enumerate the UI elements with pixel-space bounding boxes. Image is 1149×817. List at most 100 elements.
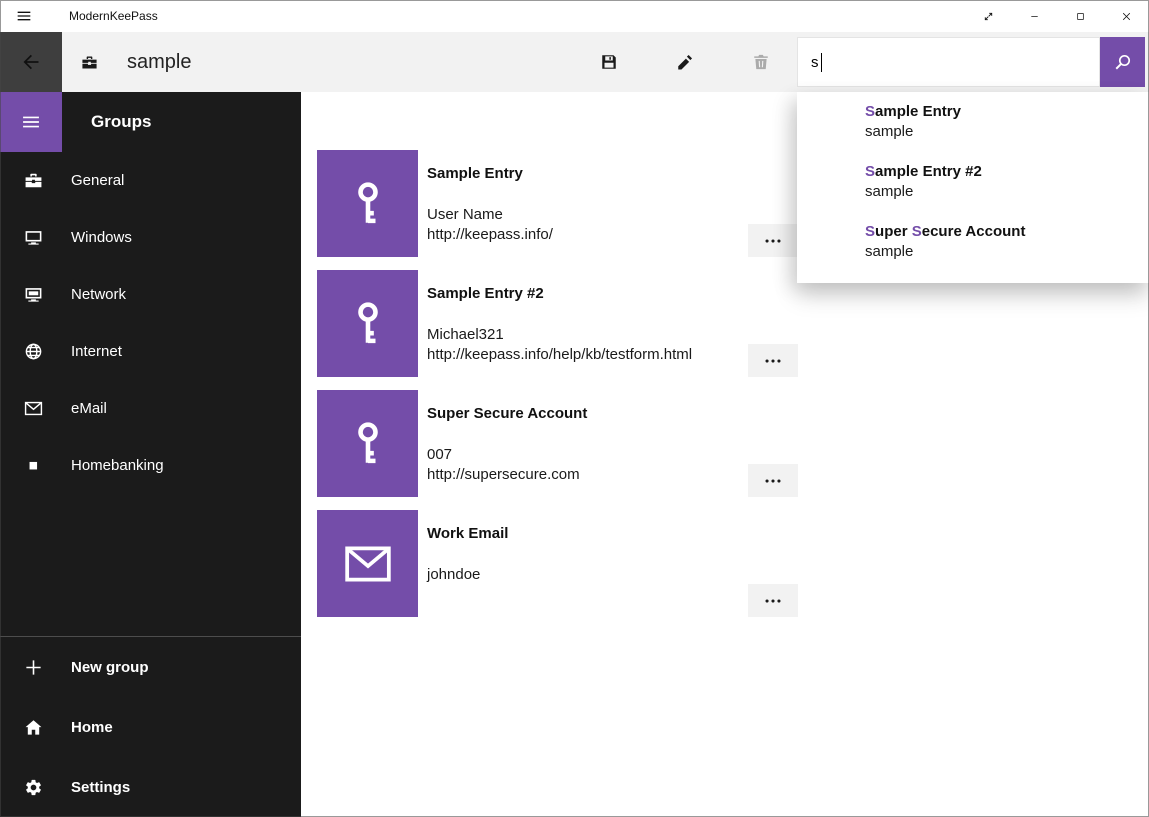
groups-heading: Groups (91, 112, 151, 132)
key-icon (343, 419, 393, 469)
monitor-icon (24, 228, 43, 247)
more-icon (762, 470, 784, 492)
mail-icon (343, 539, 393, 589)
close-icon (1121, 11, 1132, 22)
globe-icon (24, 342, 43, 361)
suggestion-subtitle: sample (865, 242, 1139, 262)
delete-button[interactable] (737, 38, 785, 86)
sidebar-item-email[interactable]: eMail (0, 380, 301, 437)
window-title: ModernKeePass (69, 9, 158, 23)
entry-more-button[interactable] (748, 584, 798, 617)
entry-row[interactable]: Work Email johndoe (317, 510, 1143, 617)
edit-button[interactable] (661, 38, 709, 86)
hamburger-icon (21, 112, 41, 132)
sidebar-item-label: New group (71, 659, 149, 676)
key-icon (343, 299, 393, 349)
entry-more-button[interactable] (748, 344, 798, 377)
sidebar-item-label: Settings (71, 779, 130, 796)
entry-tile (317, 270, 418, 377)
suggestion-item[interactable]: Sample Entry #2 sample (797, 155, 1149, 215)
minimize-icon (1029, 11, 1040, 22)
key-icon (343, 179, 393, 229)
sidebar-item-label: Homebanking (71, 457, 164, 474)
entry-username: User Name (427, 206, 503, 223)
trash-icon (752, 53, 770, 71)
minimize-button[interactable] (1011, 0, 1057, 32)
sidebar-item-windows[interactable]: Windows (0, 209, 301, 266)
search-button[interactable] (1100, 37, 1145, 87)
sidebar-item-label: eMail (71, 400, 107, 417)
sidebar: Groups General Windows Network Internet … (0, 92, 301, 817)
sidebar-item-home[interactable]: Home (0, 697, 301, 757)
entry-title: Sample Entry (427, 165, 523, 182)
suggestion-title: Super Secure Account (865, 222, 1139, 242)
hamburger-icon (0, 0, 48, 32)
suggestion-item[interactable]: Sample Entry sample (797, 95, 1149, 155)
back-button[interactable] (0, 32, 62, 92)
sidebar-header: Groups (0, 92, 301, 152)
suggestion-item[interactable]: Super Secure Account sample (797, 215, 1149, 275)
sidebar-item-label: Internet (71, 343, 122, 360)
entry-more-button[interactable] (748, 224, 798, 257)
database-title: sample (127, 51, 191, 74)
window-controls (965, 0, 1149, 32)
sidebar-item-general[interactable]: General (0, 152, 301, 209)
entry-url: http://keepass.info/ (427, 226, 553, 243)
entry-row[interactable]: Sample Entry #2 Michael321 http://keepas… (317, 270, 1143, 377)
entry-title: Work Email (427, 525, 508, 542)
appbar: sample s (0, 32, 1149, 92)
group-list: General Windows Network Internet eMail H… (0, 152, 301, 494)
home-icon (24, 718, 43, 737)
save-button[interactable] (585, 38, 633, 86)
pencil-icon (676, 53, 694, 71)
appbar-actions (585, 38, 797, 86)
more-icon (762, 590, 784, 612)
entry-tile (317, 510, 418, 617)
search-box: s (797, 32, 1149, 92)
more-icon (762, 350, 784, 372)
command-list: New group Home Settings (0, 637, 301, 817)
entry-url: http://keepass.info/help/kb/testform.htm… (427, 346, 692, 363)
sidebar-item-settings[interactable]: Settings (0, 757, 301, 817)
briefcase-icon (24, 171, 43, 190)
sidebar-item-label: Home (71, 719, 113, 736)
search-suggestions: Sample Entry sample Sample Entry #2 samp… (797, 92, 1149, 283)
entry-tile (317, 150, 418, 257)
sidebar-item-label: Network (71, 286, 126, 303)
expand-icon (983, 11, 994, 22)
search-icon (1114, 53, 1132, 71)
sidebar-item-homebanking[interactable]: Homebanking (0, 437, 301, 494)
entry-tile (317, 390, 418, 497)
entry-url: http://supersecure.com (427, 466, 580, 483)
network-icon (24, 285, 43, 304)
maximize-button[interactable] (1057, 0, 1103, 32)
gear-icon (24, 778, 43, 797)
fullscreen-button[interactable] (965, 0, 1011, 32)
entry-more-button[interactable] (748, 464, 798, 497)
sidebar-item-internet[interactable]: Internet (0, 323, 301, 380)
suggestion-title: Sample Entry (865, 102, 1139, 122)
entry-row[interactable]: Super Secure Account 007 http://supersec… (317, 390, 1143, 497)
maximize-icon (1075, 11, 1086, 22)
nav-menu-button[interactable] (0, 92, 62, 152)
sidebar-item-network[interactable]: Network (0, 266, 301, 323)
save-icon (600, 53, 618, 71)
sidebar-item-new-group[interactable]: New group (0, 637, 301, 697)
sidebar-item-label: General (71, 172, 124, 189)
suggestion-title: Sample Entry #2 (865, 162, 1139, 182)
entry-title: Super Secure Account (427, 405, 587, 422)
entry-username: Michael321 (427, 326, 504, 343)
suggestion-subtitle: sample (865, 182, 1139, 202)
search-input[interactable]: s (797, 37, 1100, 87)
briefcase-icon (81, 54, 98, 71)
text-cursor (821, 53, 823, 72)
search-query-text: s (811, 54, 819, 71)
more-icon (762, 230, 784, 252)
mail-icon (24, 399, 43, 418)
titlebar: ModernKeePass (0, 0, 1149, 32)
entry-title: Sample Entry #2 (427, 285, 544, 302)
entry-username: johndoe (427, 566, 480, 583)
close-button[interactable] (1103, 0, 1149, 32)
plus-icon (24, 658, 43, 677)
sidebar-spacer (0, 494, 301, 636)
